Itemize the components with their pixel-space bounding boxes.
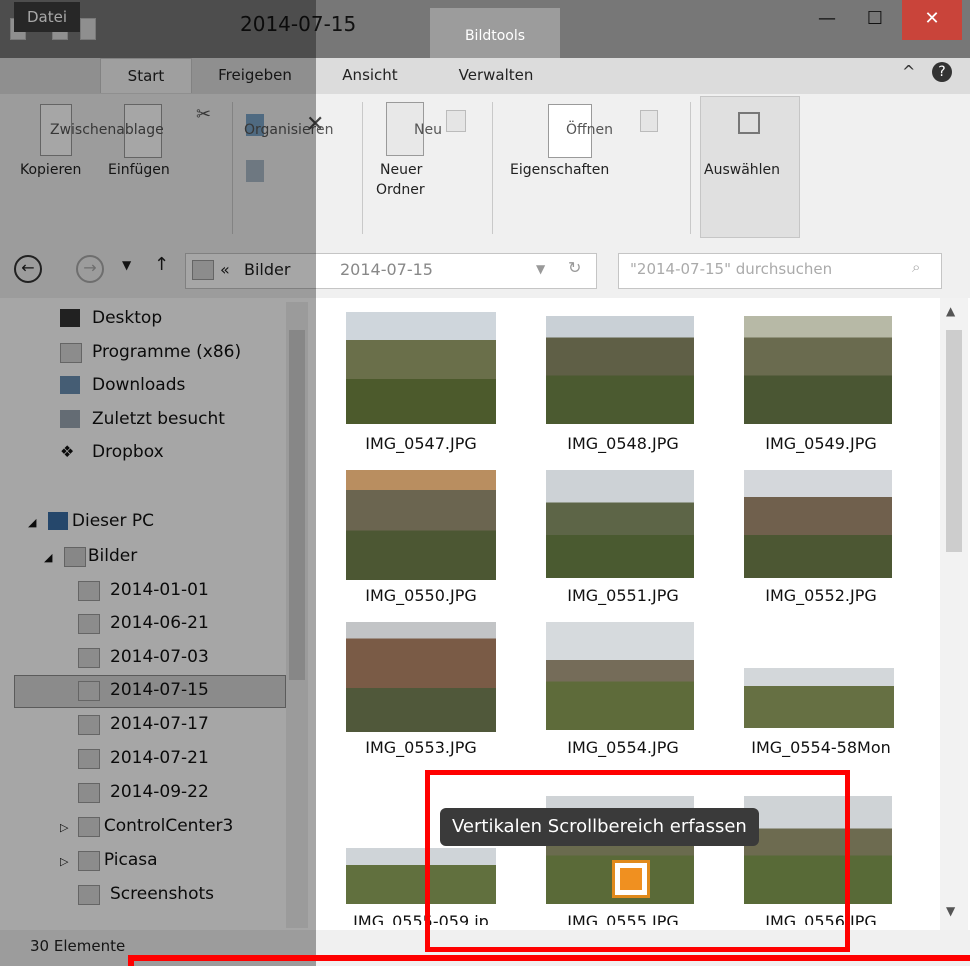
file-name[interactable]: IMG_0549.JPG [736,434,906,453]
group-separator [492,102,493,234]
refresh-icon[interactable]: ↻ [568,258,581,277]
tab-verwalten[interactable]: Verwalten [436,58,556,92]
capture-dim-overlay [0,0,316,966]
collapse-ribbon-button[interactable]: ^ [902,62,915,81]
tab-ansicht[interactable]: Ansicht [320,58,420,92]
search-icon[interactable]: ⌕ [912,258,920,276]
scroll-capture-tooltip: Vertikalen Scrollbereich erfassen [440,808,759,846]
open-icon[interactable] [640,110,658,132]
thumbnail-image[interactable] [744,470,892,578]
search-placeholder: "2014-07-15" durchsuchen [630,260,833,278]
file-name[interactable]: IMG_0551.JPG [538,586,708,605]
file-name[interactable]: IMG_0554.JPG [538,738,708,757]
context-tab-bildtools: Bildtools [430,8,560,58]
neuer-ordner-label-2[interactable]: Ordner [376,182,425,198]
eigenschaften-button[interactable]: Eigenschaften [510,162,609,178]
file-name[interactable]: IMG_0547.JPG [336,434,506,453]
minimize-button[interactable]: — [804,0,850,40]
maximize-button[interactable]: ☐ [852,0,898,40]
new-item-icon[interactable] [446,110,466,132]
thumbnail-image[interactable] [346,470,496,580]
group-oeffnen: Öffnen [566,122,614,138]
file-name[interactable]: IMG_0548.JPG [538,434,708,453]
file-name[interactable]: IMG_0554-58Mon [736,738,906,757]
thumbnail-image[interactable] [546,470,694,578]
thumbnail-image[interactable] [546,316,694,424]
group-separator [362,102,363,234]
file-name[interactable]: IMG_0552.JPG [736,586,906,605]
capture-region-line [128,955,970,966]
file-name[interactable]: IMG_0553.JPG [336,738,506,757]
close-button[interactable]: ✕ [902,0,962,40]
file-name[interactable]: IMG_0550.JPG [336,586,506,605]
thumbnail-image[interactable] [744,316,892,424]
help-icon[interactable]: ? [932,62,952,82]
content-scrollbar-thumb[interactable] [946,330,962,552]
thumbnail-image[interactable] [346,312,496,424]
address-dropdown-icon[interactable]: ▼ [536,262,545,276]
thumbnail-image[interactable] [546,622,694,730]
scroll-down-capture-icon[interactable] [620,868,642,890]
scroll-down-icon[interactable]: ▼ [946,904,955,918]
scroll-up-icon[interactable]: ▲ [946,304,955,318]
thumbnail-image[interactable] [744,668,894,728]
group-separator [690,102,691,234]
select-grid-icon [738,112,760,134]
auswaehlen-label: Auswählen [704,162,781,178]
thumbnail-image[interactable] [346,622,496,732]
breadcrumb-current[interactable]: 2014-07-15 [340,260,433,279]
group-neu: Neu [414,122,442,138]
neuer-ordner-label-1[interactable]: Neuer [380,162,422,178]
